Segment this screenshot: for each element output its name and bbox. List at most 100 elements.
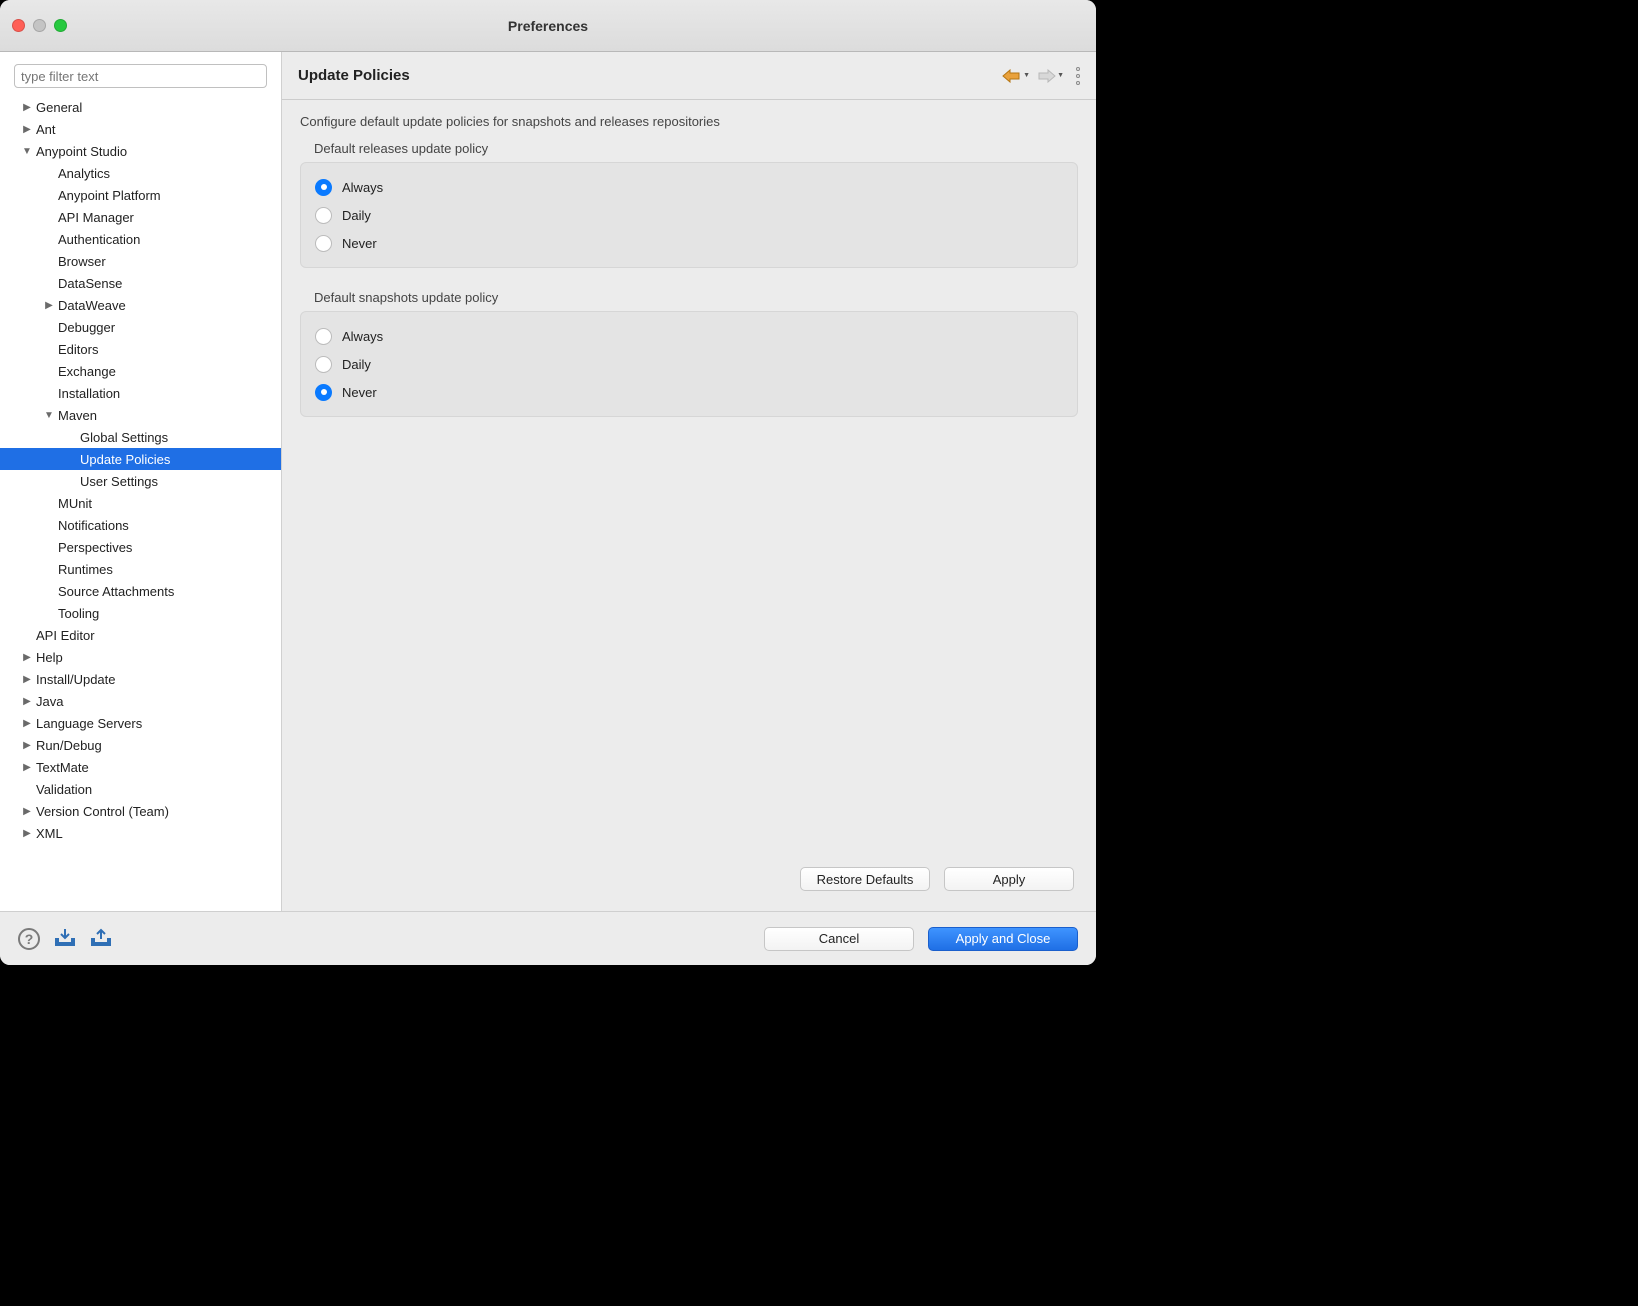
tree-label: Global Settings xyxy=(80,430,168,445)
releases-always-row[interactable]: Always xyxy=(315,173,1063,201)
tree-label: Notifications xyxy=(58,518,129,533)
footer-right: Cancel Apply and Close xyxy=(764,927,1078,951)
tree-item-language-servers[interactable]: ▶Language Servers xyxy=(0,712,281,734)
tree-label: MUnit xyxy=(58,496,92,511)
radio-snapshots-always[interactable] xyxy=(315,328,332,345)
tree-item-user-settings[interactable]: User Settings xyxy=(0,470,281,492)
tree-label: Debugger xyxy=(58,320,115,335)
apply-button[interactable]: Apply xyxy=(944,867,1074,891)
tree-item-api-editor[interactable]: API Editor xyxy=(0,624,281,646)
content-header: Update Policies ▼ ▼ xyxy=(282,52,1096,100)
close-window-button[interactable] xyxy=(12,19,25,32)
preferences-window: Preferences ▶General ▶Ant ▼Anypoint Stud… xyxy=(0,0,1096,965)
tree-item-java[interactable]: ▶Java xyxy=(0,690,281,712)
snapshots-group-label: Default snapshots update policy xyxy=(314,290,1078,305)
tree-label: Analytics xyxy=(58,166,110,181)
snapshots-radio-group: Always Daily Never xyxy=(300,311,1078,417)
radio-releases-daily[interactable] xyxy=(315,207,332,224)
content-body: Configure default update policies for sn… xyxy=(282,100,1096,911)
tree-label: Runtimes xyxy=(58,562,113,577)
tree-item-editors[interactable]: Editors xyxy=(0,338,281,360)
window-title: Preferences xyxy=(508,18,588,34)
forward-button[interactable]: ▼ xyxy=(1036,69,1064,83)
tree-item-version-control[interactable]: ▶Version Control (Team) xyxy=(0,800,281,822)
tree-item-anypoint-platform[interactable]: Anypoint Platform xyxy=(0,184,281,206)
tree-item-debugger[interactable]: Debugger xyxy=(0,316,281,338)
cancel-button[interactable]: Cancel xyxy=(764,927,914,951)
tree-item-datasense[interactable]: DataSense xyxy=(0,272,281,294)
tree-item-ant[interactable]: ▶Ant xyxy=(0,118,281,140)
tree-item-xml[interactable]: ▶XML xyxy=(0,822,281,844)
releases-daily-row[interactable]: Daily xyxy=(315,201,1063,229)
tree-item-general[interactable]: ▶General xyxy=(0,96,281,118)
tree-item-api-manager[interactable]: API Manager xyxy=(0,206,281,228)
tree-label: Browser xyxy=(58,254,106,269)
tree-label: Tooling xyxy=(58,606,99,621)
button-label: Apply and Close xyxy=(956,931,1051,946)
tree-label: Install/Update xyxy=(36,672,116,687)
tree-item-browser[interactable]: Browser xyxy=(0,250,281,272)
tree-label: Anypoint Studio xyxy=(36,144,127,159)
chevron-right-icon: ▶ xyxy=(20,102,34,113)
tree-item-munit[interactable]: MUnit xyxy=(0,492,281,514)
tree-item-maven[interactable]: ▼Maven xyxy=(0,404,281,426)
preferences-tree: ▶General ▶Ant ▼Anypoint Studio Analytics… xyxy=(0,96,281,911)
chevron-right-icon: ▶ xyxy=(20,652,34,663)
radio-snapshots-never[interactable] xyxy=(315,384,332,401)
tree-item-anypoint-studio[interactable]: ▼Anypoint Studio xyxy=(0,140,281,162)
radio-releases-always[interactable] xyxy=(315,179,332,196)
tree-item-validation[interactable]: Validation xyxy=(0,778,281,800)
tree-label: Exchange xyxy=(58,364,116,379)
tree-item-source-attachments[interactable]: Source Attachments xyxy=(0,580,281,602)
window-body: ▶General ▶Ant ▼Anypoint Studio Analytics… xyxy=(0,52,1096,911)
tree-label: XML xyxy=(36,826,63,841)
view-menu-icon[interactable] xyxy=(1076,67,1080,85)
chevron-right-icon: ▶ xyxy=(20,696,34,707)
tree-item-analytics[interactable]: Analytics xyxy=(0,162,281,184)
zoom-window-button[interactable] xyxy=(54,19,67,32)
filter-input[interactable] xyxy=(14,64,267,88)
chevron-right-icon: ▶ xyxy=(20,674,34,685)
tree-item-tooling[interactable]: Tooling xyxy=(0,602,281,624)
chevron-right-icon: ▶ xyxy=(20,828,34,839)
tree-item-help[interactable]: ▶Help xyxy=(0,646,281,668)
tree-item-dataweave[interactable]: ▶DataWeave xyxy=(0,294,281,316)
chevron-right-icon: ▶ xyxy=(20,718,34,729)
header-toolbar: ▼ ▼ xyxy=(1002,67,1080,85)
tree-item-authentication[interactable]: Authentication xyxy=(0,228,281,250)
releases-never-row[interactable]: Never xyxy=(315,229,1063,257)
apply-and-close-button[interactable]: Apply and Close xyxy=(928,927,1078,951)
tree-item-textmate[interactable]: ▶TextMate xyxy=(0,756,281,778)
snapshots-always-row[interactable]: Always xyxy=(315,322,1063,350)
sidebar: ▶General ▶Ant ▼Anypoint Studio Analytics… xyxy=(0,52,282,911)
back-dropdown-icon[interactable]: ▼ xyxy=(1023,72,1030,79)
button-label: Cancel xyxy=(819,931,859,946)
radio-snapshots-daily[interactable] xyxy=(315,356,332,373)
minimize-window-button[interactable] xyxy=(33,19,46,32)
help-icon[interactable]: ? xyxy=(18,928,40,950)
radio-label: Never xyxy=(342,236,377,251)
import-icon[interactable] xyxy=(54,927,76,950)
tree-item-notifications[interactable]: Notifications xyxy=(0,514,281,536)
tree-item-update-policies[interactable]: Update Policies xyxy=(0,448,281,470)
tree-item-exchange[interactable]: Exchange xyxy=(0,360,281,382)
export-icon[interactable] xyxy=(90,927,112,950)
tree-item-global-settings[interactable]: Global Settings xyxy=(0,426,281,448)
chevron-right-icon: ▶ xyxy=(20,740,34,751)
tree-item-runtimes[interactable]: Runtimes xyxy=(0,558,281,580)
chevron-down-icon: ▼ xyxy=(42,410,56,421)
chevron-right-icon: ▶ xyxy=(20,762,34,773)
tree-item-run-debug[interactable]: ▶Run/Debug xyxy=(0,734,281,756)
radio-releases-never[interactable] xyxy=(315,235,332,252)
back-button[interactable]: ▼ xyxy=(1002,69,1030,83)
tree-label: Anypoint Platform xyxy=(58,188,161,203)
tree-label: Authentication xyxy=(58,232,140,247)
tree-label: Source Attachments xyxy=(58,584,174,599)
tree-item-installation[interactable]: Installation xyxy=(0,382,281,404)
snapshots-daily-row[interactable]: Daily xyxy=(315,350,1063,378)
tree-item-install-update[interactable]: ▶Install/Update xyxy=(0,668,281,690)
snapshots-never-row[interactable]: Never xyxy=(315,378,1063,406)
tree-item-perspectives[interactable]: Perspectives xyxy=(0,536,281,558)
restore-defaults-button[interactable]: Restore Defaults xyxy=(800,867,930,891)
forward-dropdown-icon[interactable]: ▼ xyxy=(1057,72,1064,79)
